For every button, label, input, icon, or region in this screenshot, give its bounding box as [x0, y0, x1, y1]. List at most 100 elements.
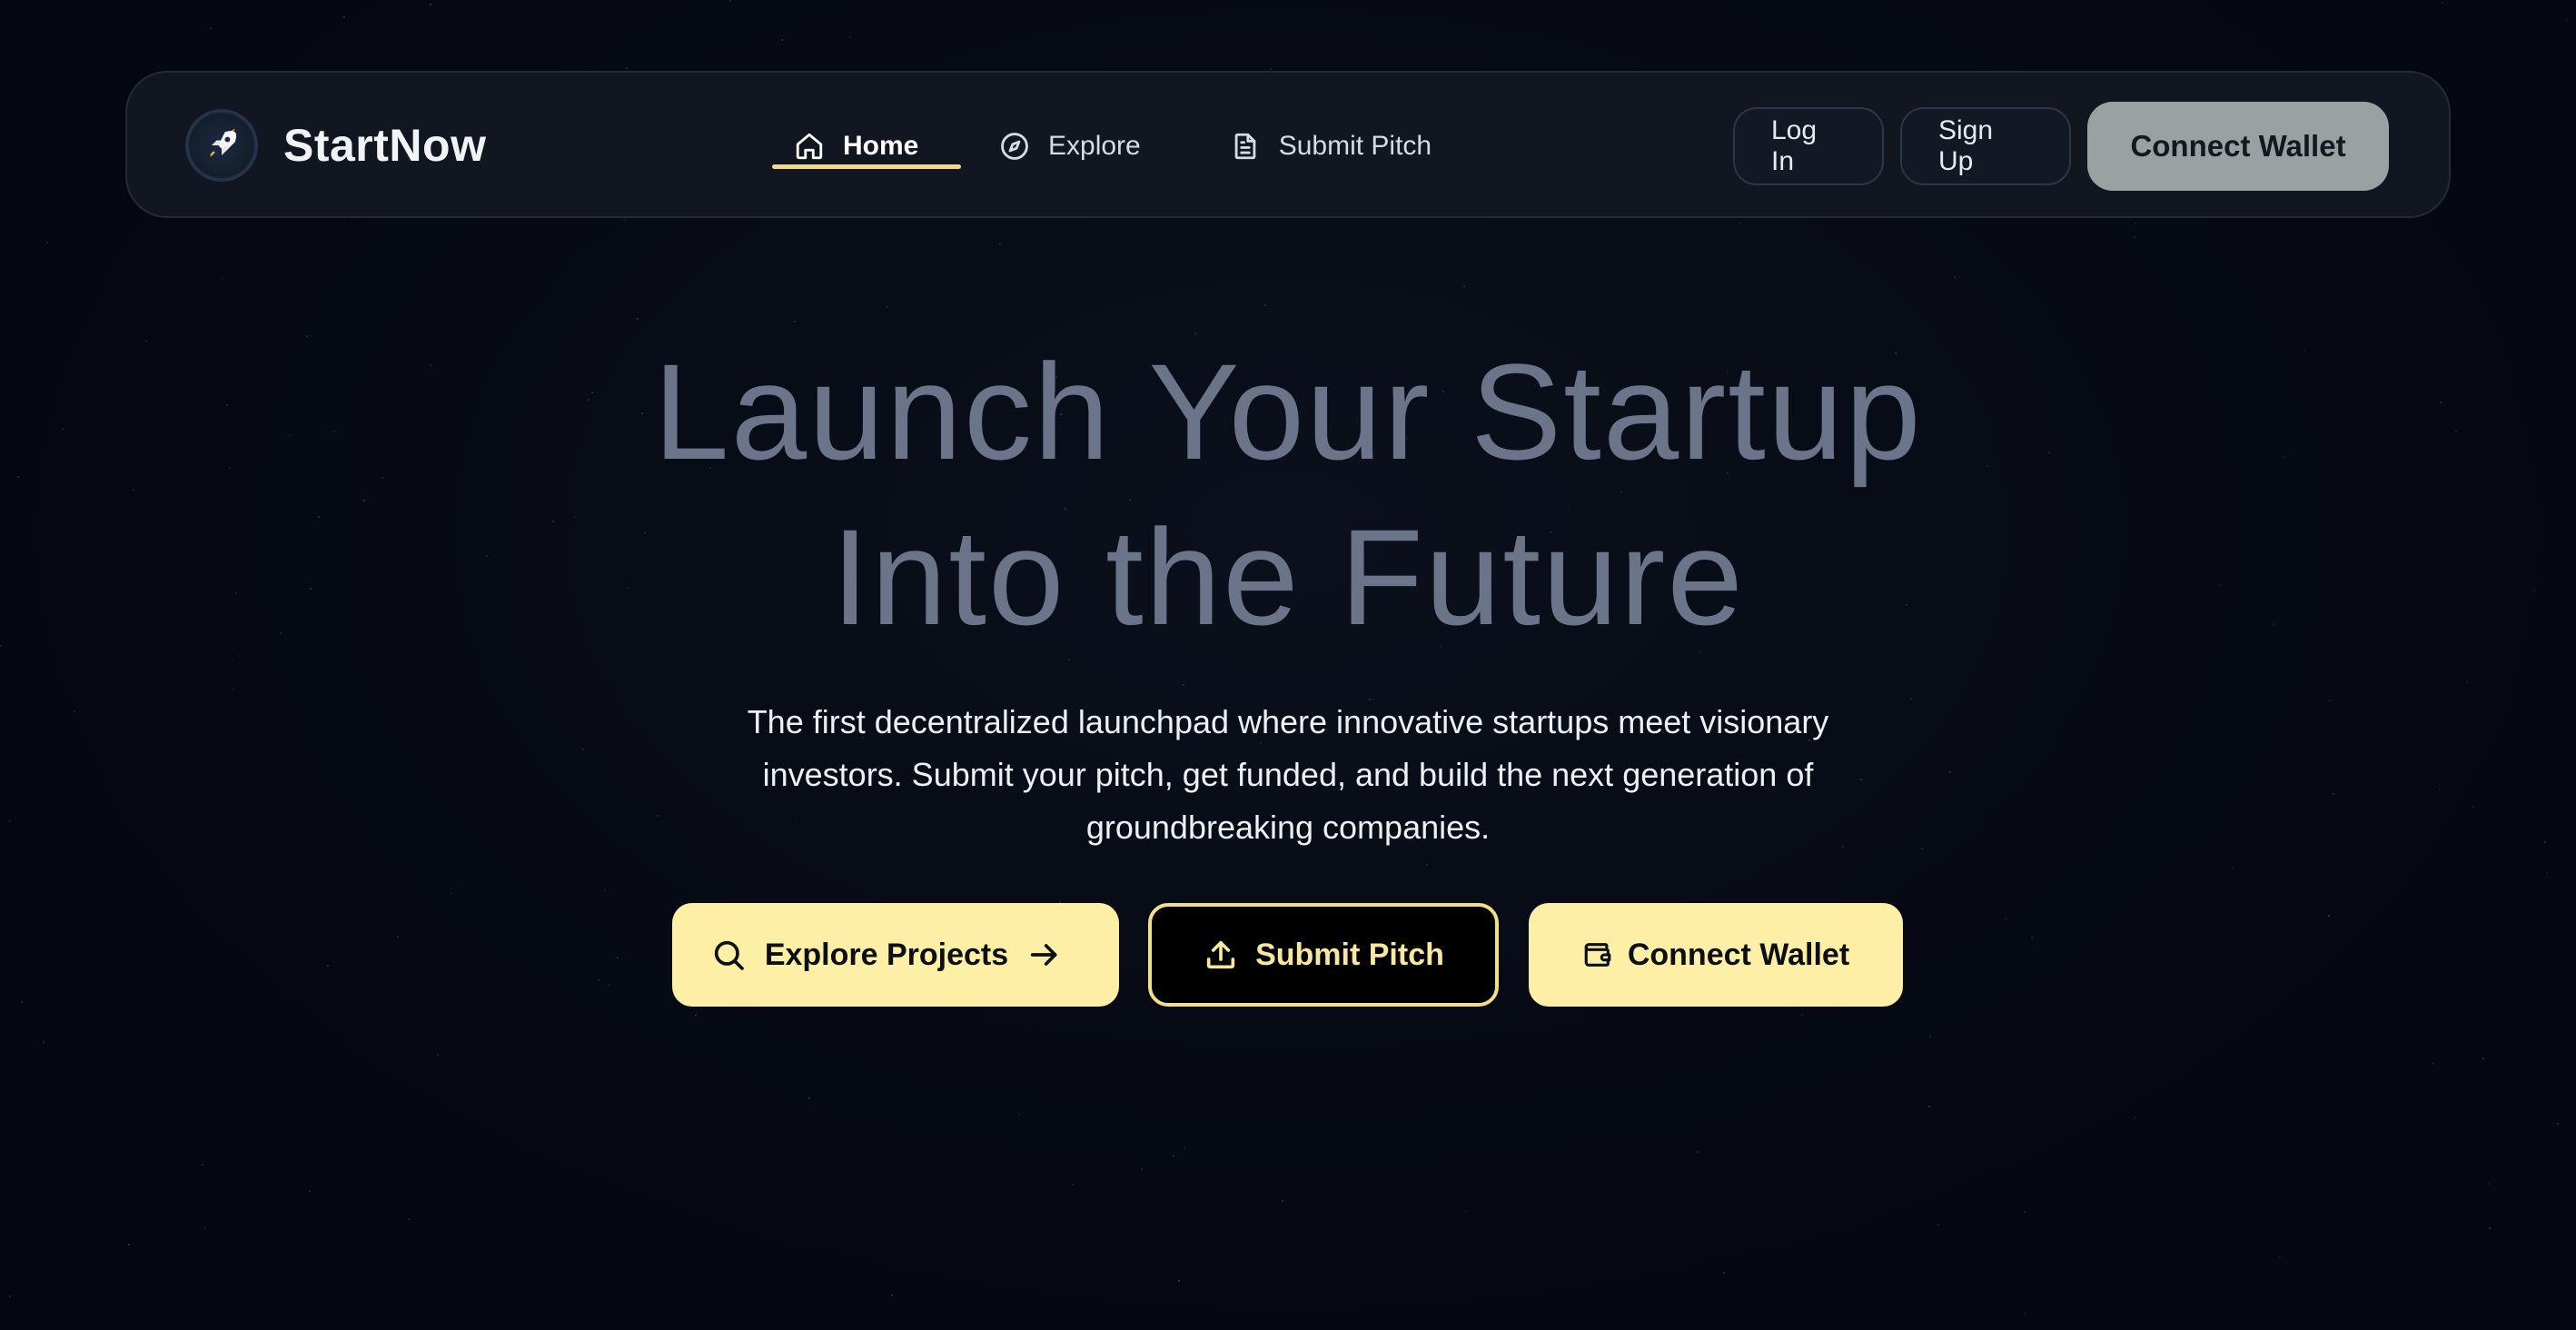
hero-title-line-2: Into the Future [831, 501, 1745, 653]
star-dot [1183, 684, 1184, 686]
page: StartNow Home Explore Submit Pitch Log I… [0, 0, 2576, 1330]
star-dot [2466, 681, 2468, 683]
star-dot [2557, 1123, 2559, 1125]
star-dot [2546, 872, 2548, 874]
star-dot [1929, 1036, 1931, 1037]
star-dot [781, 39, 783, 41]
star-dot [2329, 700, 2331, 701]
star-dot [2135, 223, 2136, 224]
star-dot [210, 27, 212, 29]
submit-pitch-label: Submit Pitch [1255, 937, 1444, 972]
star-dot [2279, 1256, 2281, 1257]
star-dot [1801, 1014, 1803, 1016]
star-dot [1463, 285, 1465, 287]
star-dot [1910, 698, 1912, 700]
star-dot [608, 984, 609, 986]
star-dot [2031, 937, 2033, 938]
wallet-icon [1582, 939, 1613, 970]
star-dot [327, 965, 329, 967]
star-dot [1928, 1106, 1930, 1107]
star-dot [849, 36, 851, 38]
star-dot [2489, 1227, 2491, 1229]
star-dot [1173, 1155, 1174, 1156]
star-dot [1184, 1146, 1185, 1148]
rocket-icon [185, 109, 258, 182]
star-dot [2005, 918, 2006, 919]
star-dot [9, 820, 11, 822]
star-dot [437, 1054, 439, 1056]
star-dot [617, 957, 619, 958]
arrow-right-icon [1026, 937, 1063, 973]
connect-wallet-label: Connect Wallet [1627, 937, 1850, 972]
star-dot [2488, 1183, 2490, 1185]
signup-button[interactable]: Sign Up [1900, 107, 2071, 185]
star-dot [46, 242, 48, 243]
nav-item-label: Submit Pitch [1278, 131, 1432, 161]
star-dot [729, 0, 731, 2]
connect-wallet-button[interactable]: Connect Wallet [1529, 903, 1903, 1007]
star-dot [2024, 1313, 2026, 1315]
star-dot [1426, 864, 1428, 866]
star-dot [221, 278, 223, 280]
star-dot [1697, 1151, 1699, 1153]
brand-name: StartNow [283, 120, 487, 171]
star-dot [2482, 1057, 2484, 1059]
submit-pitch-button[interactable]: Submit Pitch [1148, 903, 1499, 1007]
star-dot [1937, 1224, 1939, 1226]
star-dot [232, 688, 233, 690]
hero-title-line-1: Launch Your Startup [653, 335, 1923, 488]
explore-projects-button[interactable]: Explore Projects [672, 903, 1119, 1007]
explore-projects-label: Explore Projects [764, 937, 1009, 972]
nav-item-home[interactable]: Home [772, 73, 961, 220]
star-dot [695, 1015, 697, 1017]
nav-item-submit-pitch[interactable]: Submit Pitch [1206, 73, 1455, 220]
star-dot [1842, 846, 1844, 848]
top-navbar: StartNow Home Explore Submit Pitch Log I… [125, 71, 2451, 218]
nav-item-explore[interactable]: Explore [976, 73, 1164, 220]
star-dot [2432, 1063, 2433, 1065]
compass-icon [999, 131, 1030, 162]
nav-item-label: Home [843, 131, 919, 161]
star-dot [1282, 1200, 1283, 1202]
star-dot [2544, 841, 2546, 843]
star-dot [1723, 1272, 1725, 1274]
star-dot [43, 1041, 45, 1043]
brand[interactable]: StartNow [185, 109, 486, 182]
star-dot [2472, 807, 2473, 809]
star-dot [1921, 848, 1923, 849]
star-dot [21, 1001, 23, 1003]
star-dot [808, 1097, 810, 1099]
star-dot [2439, 789, 2441, 790]
star-dot [626, 67, 628, 69]
connect-wallet-nav-button[interactable]: Connect Wallet [2087, 102, 2389, 191]
star-dot [1860, 779, 1862, 780]
star-dot [657, 815, 659, 817]
home-icon [794, 131, 825, 162]
star-dot [1141, 1168, 1143, 1170]
star-dot [582, 749, 584, 750]
star-dot [604, 889, 606, 891]
star-dot [397, 936, 399, 938]
star-dot [9, 1295, 11, 1297]
star-dot [309, 1190, 311, 1192]
star-dot [1954, 276, 1956, 278]
star-dot [2135, 1117, 2136, 1118]
star-dot [409, 1218, 411, 1220]
star-dot [2134, 236, 2135, 238]
hero-title: Launch Your Startup Into the Future [0, 329, 2576, 660]
star-dot [1270, 68, 1272, 70]
star-dot [74, 710, 75, 712]
main-nav: Home Explore Submit Pitch [772, 73, 1455, 220]
star-dot [2566, 18, 2568, 20]
star-dot [343, 16, 345, 18]
star-dot [1264, 304, 1266, 306]
star-dot [1072, 1184, 1074, 1186]
star-dot [999, 243, 1001, 245]
star-dot [891, 1295, 893, 1296]
nav-actions: Log In Sign Up Connect Wallet [1733, 102, 2389, 191]
search-icon [710, 937, 747, 973]
star-dot [2333, 793, 2334, 795]
star-dot [1949, 771, 1951, 773]
star-dot [1465, 1210, 1467, 1212]
login-button[interactable]: Log In [1733, 107, 1884, 185]
